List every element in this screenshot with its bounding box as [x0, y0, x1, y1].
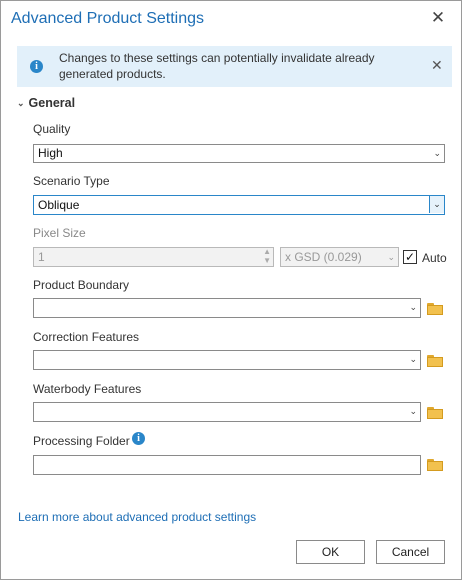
processing-folder-label: Processing Folder: [33, 434, 130, 448]
scenario-type-dropdown[interactable]: Oblique ⌄: [33, 195, 445, 215]
waterbody-features-label: Waterbody Features: [33, 382, 142, 396]
chevron-down-icon: ⌄: [409, 406, 417, 416]
banner-close-icon[interactable]: ✕: [431, 57, 443, 74]
product-boundary-dropdown[interactable]: ⌄: [33, 298, 421, 318]
chevron-down-icon: ⌄: [387, 252, 395, 262]
chevron-down-icon: ⌄: [433, 148, 441, 158]
info-icon: i: [30, 60, 43, 73]
quality-value: High: [38, 146, 63, 160]
cancel-button[interactable]: Cancel: [376, 540, 445, 564]
learn-more-link[interactable]: Learn more about advanced product settin…: [18, 510, 256, 524]
chevron-down-icon: ⌄: [409, 354, 417, 364]
processing-folder-input[interactable]: [33, 455, 421, 475]
pixel-size-unit-dropdown: x GSD (0.029) ⌄: [280, 247, 399, 267]
browse-folder-icon[interactable]: [427, 303, 444, 315]
chevron-down-icon: ⌄: [17, 98, 25, 108]
correction-features-label: Correction Features: [33, 330, 140, 344]
pixel-size-unit-value: x GSD (0.029): [285, 250, 362, 264]
banner-message: Changes to these settings can potentiall…: [59, 51, 375, 81]
pixel-size-label: Pixel Size: [33, 226, 86, 240]
product-boundary-label: Product Boundary: [33, 278, 130, 292]
correction-features-dropdown[interactable]: ⌄: [33, 350, 421, 370]
browse-folder-icon[interactable]: [427, 407, 444, 419]
advanced-product-settings-dialog: Advanced Product Settings ✕ i Changes to…: [0, 0, 462, 580]
pixel-size-value: 1: [38, 250, 45, 264]
close-icon[interactable]: ✕: [427, 7, 449, 29]
quality-dropdown[interactable]: High ⌄: [33, 144, 445, 163]
info-icon[interactable]: i: [132, 432, 145, 445]
spinner-arrows-icon: ▲ ▼: [263, 247, 271, 265]
warning-banner: i Changes to these settings can potentia…: [17, 46, 452, 87]
scenario-type-label: Scenario Type: [33, 174, 110, 188]
auto-checkbox[interactable]: ✓: [403, 250, 417, 264]
auto-checkbox-label[interactable]: Auto: [422, 251, 447, 265]
browse-folder-icon[interactable]: [427, 355, 444, 367]
ok-button[interactable]: OK: [296, 540, 365, 564]
dialog-title: Advanced Product Settings: [11, 10, 205, 27]
waterbody-features-dropdown[interactable]: ⌄: [33, 402, 421, 422]
pixel-size-spinner: 1 ▲ ▼: [33, 247, 274, 267]
browse-folder-icon[interactable]: [427, 459, 444, 471]
spinner-up-icon: ▲: [263, 247, 271, 256]
chevron-down-icon: ⌄: [409, 302, 417, 312]
chevron-down-icon[interactable]: ⌄: [429, 196, 444, 213]
spinner-down-icon: ▼: [263, 256, 271, 265]
quality-label: Quality: [33, 122, 71, 136]
section-title: General: [28, 96, 76, 110]
scenario-type-value: Oblique: [38, 198, 80, 212]
general-section-header[interactable]: ⌄ General: [17, 96, 75, 110]
